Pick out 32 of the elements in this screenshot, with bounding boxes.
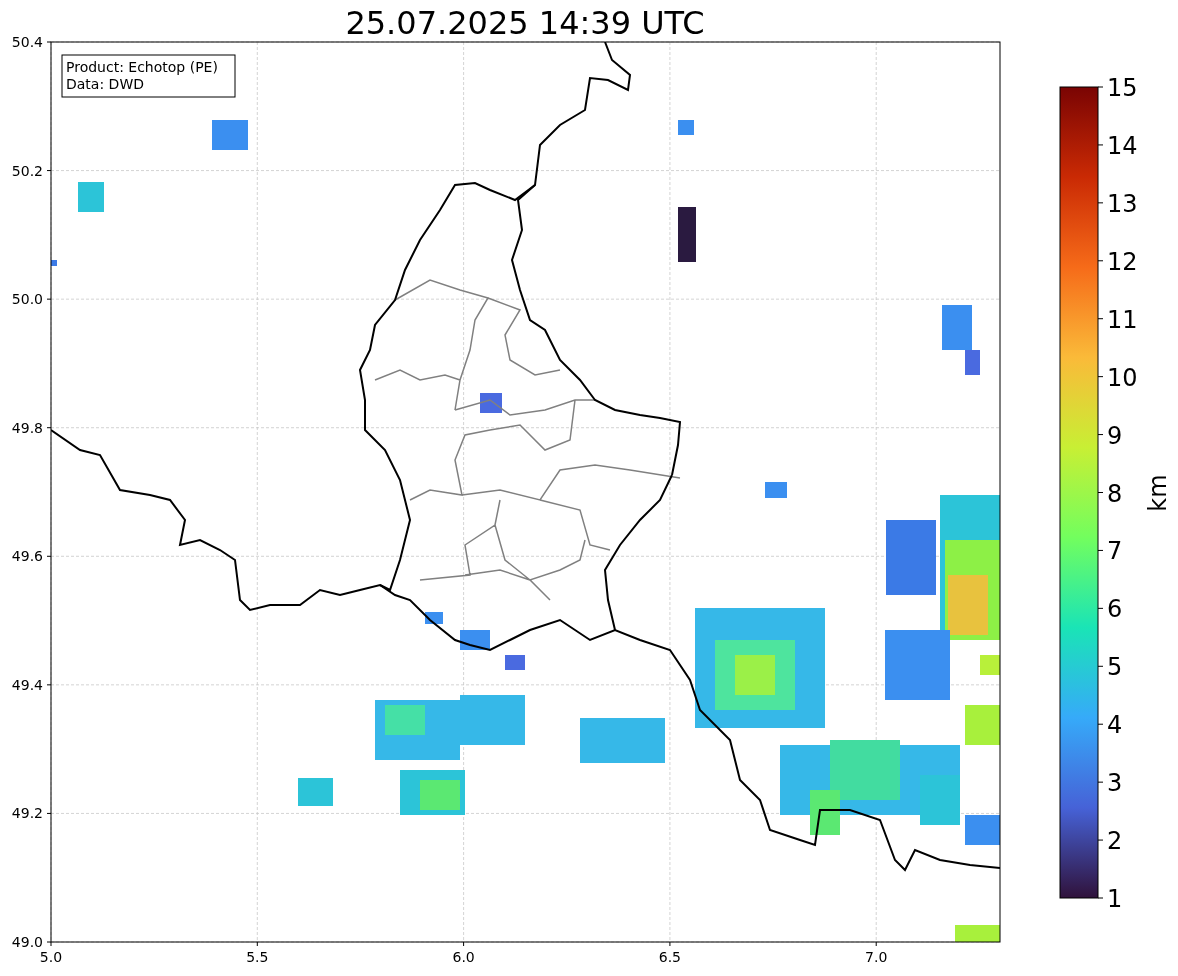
colorbar-tick-label: 8 (1107, 479, 1123, 508)
colorbar-tick-label: 1 (1107, 885, 1123, 913)
colorbar-tick-label: 5 (1107, 653, 1123, 682)
axis-tick-label: 5.5 (246, 949, 269, 965)
colorbar-tick-label: 15 (1107, 74, 1138, 102)
colorbar-tick-label: 14 (1107, 131, 1138, 160)
colorbar-tick-label: 11 (1107, 305, 1138, 334)
axis-tick-label: 50.0 (11, 291, 43, 308)
axis-tick-label: 7.0 (865, 949, 888, 965)
axis-tick-label: 50.4 (11, 34, 43, 50)
axis-tick-label: 49.0 (11, 934, 43, 950)
colorbar-tick-label: 7 (1107, 537, 1123, 566)
axis-tick-label: 6.5 (658, 949, 682, 965)
axis-tick-label: 49.6 (11, 548, 43, 565)
colorbar-tick-label: 9 (1107, 421, 1123, 450)
colorbar-tick-label: 3 (1107, 769, 1123, 798)
colorbar-tick-label: 12 (1107, 247, 1138, 276)
axis-tick-label: 49.8 (11, 419, 43, 436)
colorbar-tick-label: 2 (1107, 827, 1123, 856)
axis-tick-label: 6.0 (452, 949, 475, 965)
axis-tick-label: 49.4 (11, 676, 43, 693)
colorbar-tick-label: 4 (1107, 711, 1123, 740)
colorbar-tick-label: 10 (1107, 363, 1138, 392)
info-text: Data: DWD (66, 76, 144, 92)
axis-tick-label: 50.2 (11, 162, 43, 179)
chart-title: 25.07.2025 14:39 UTC (345, 4, 705, 42)
axis-tick-label: 49.2 (11, 805, 43, 822)
colorbar-tick-label: 13 (1107, 189, 1138, 218)
colorbar-tick-label: 6 (1107, 595, 1123, 624)
info-text: Product: Echotop (PE) (66, 59, 218, 75)
colorbar-label: km (1144, 474, 1172, 512)
axis-tick-label: 5.0 (39, 949, 63, 965)
